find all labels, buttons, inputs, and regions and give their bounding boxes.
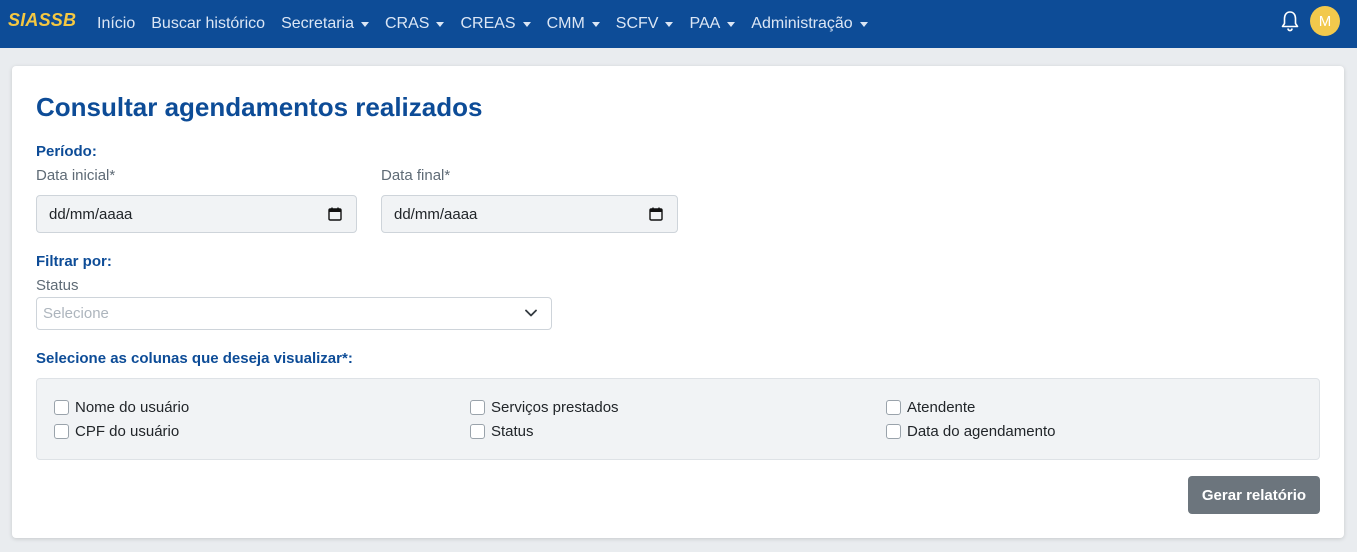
end-date-input[interactable]: dd/mm/aaaa <box>381 195 678 233</box>
bell-icon[interactable] <box>1281 10 1299 32</box>
period-label: Período: <box>36 143 97 160</box>
start-date-input[interactable]: dd/mm/aaaa <box>36 195 357 233</box>
status-select[interactable]: Selecione <box>36 297 552 330</box>
column-checkbox-status[interactable]: Status <box>470 423 534 440</box>
caret-down-icon <box>436 22 445 27</box>
caret-down-icon <box>665 22 674 27</box>
nav-item-secretaria[interactable]: Secretaria <box>273 15 377 33</box>
checkbox[interactable] <box>470 400 485 415</box>
form-card: Consultar agendamentos realizados Períod… <box>12 66 1344 538</box>
generate-report-button[interactable]: Gerar relatório <box>1188 476 1320 514</box>
column-checkbox-servicos-prestados[interactable]: Serviços prestados <box>470 399 619 416</box>
checkbox[interactable] <box>54 424 69 439</box>
top-navbar: SIASSB Início Buscar histórico Secretari… <box>0 0 1357 48</box>
checkbox[interactable] <box>886 424 901 439</box>
nav-item-creas[interactable]: CREAS <box>452 15 538 33</box>
nav-item-inicio[interactable]: Início <box>89 15 143 33</box>
caret-down-icon <box>859 22 868 27</box>
filter-label: Filtrar por: <box>36 253 112 270</box>
nav-item-paa[interactable]: PAA <box>681 15 743 33</box>
calendar-icon[interactable] <box>649 207 663 221</box>
caret-down-icon <box>591 22 600 27</box>
chevron-down-icon <box>525 309 537 317</box>
column-checkbox-cpf-usuario[interactable]: CPF do usuário <box>54 423 179 440</box>
status-label: Status <box>36 277 79 294</box>
checkbox[interactable] <box>54 400 69 415</box>
end-date-label: Data final* <box>381 167 451 184</box>
checkbox[interactable] <box>470 424 485 439</box>
columns-label: Selecione as colunas que deseja visualiz… <box>36 350 353 367</box>
columns-selector: Nome do usuário CPF do usuário Serviços … <box>36 378 1320 460</box>
nav-item-cmm[interactable]: CMM <box>539 15 608 33</box>
calendar-icon[interactable] <box>328 207 342 221</box>
start-date-label: Data inicial* <box>36 167 116 184</box>
nav-item-cras[interactable]: CRAS <box>377 15 452 33</box>
caret-down-icon <box>361 22 369 27</box>
nav-menu: Início Buscar histórico Secretaria CRAS … <box>89 0 876 48</box>
user-avatar[interactable]: M <box>1310 6 1340 36</box>
nav-item-scfv[interactable]: SCFV <box>608 15 682 33</box>
caret-down-icon <box>727 22 736 27</box>
nav-item-buscar-historico[interactable]: Buscar histórico <box>143 15 273 33</box>
checkbox[interactable] <box>886 400 901 415</box>
column-checkbox-nome-usuario[interactable]: Nome do usuário <box>54 399 189 416</box>
brand-logo[interactable]: SIASSB <box>8 10 76 31</box>
page-title: Consultar agendamentos realizados <box>36 92 483 122</box>
column-checkbox-atendente[interactable]: Atendente <box>886 399 975 416</box>
caret-down-icon <box>522 22 531 27</box>
nav-item-administracao[interactable]: Administração <box>743 15 875 33</box>
column-checkbox-data-agendamento[interactable]: Data do agendamento <box>886 423 1055 440</box>
